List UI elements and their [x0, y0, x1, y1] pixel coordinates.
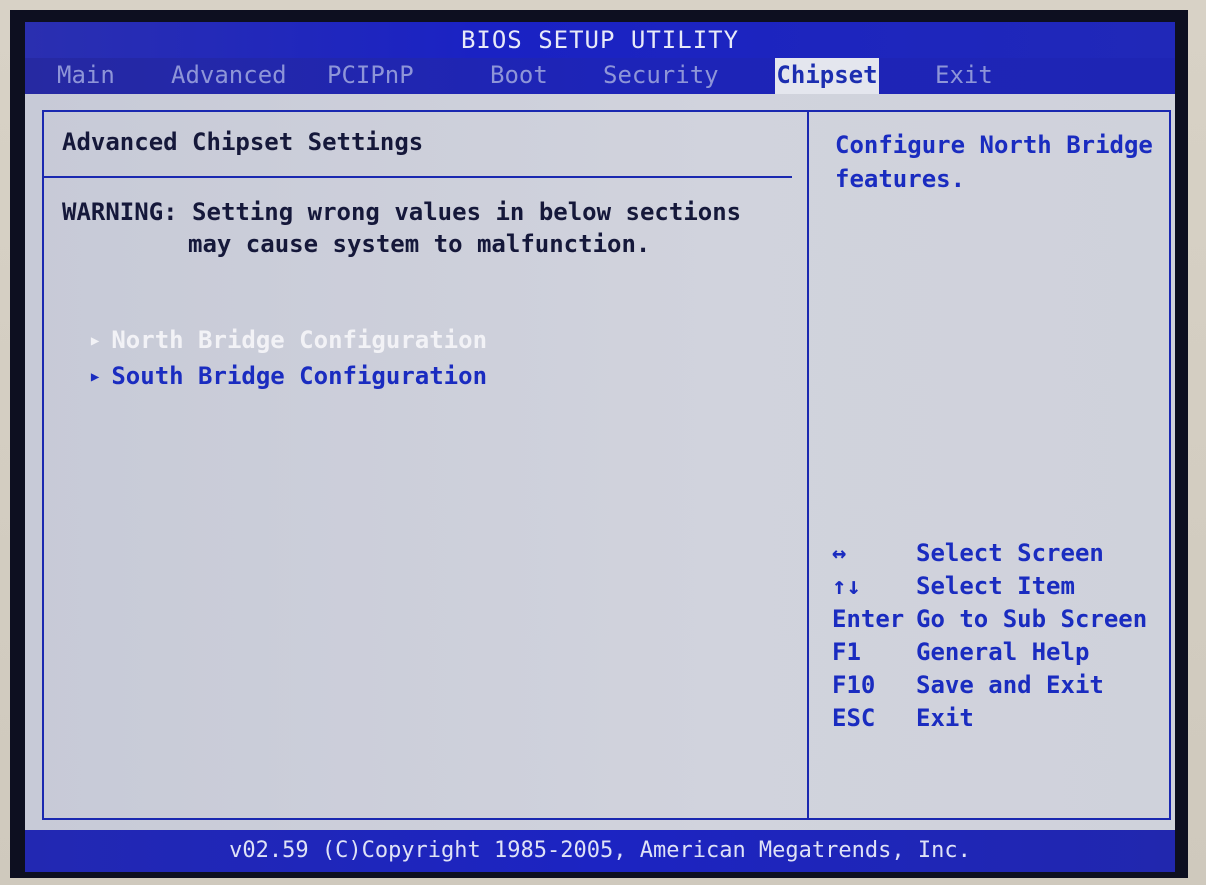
key-legend-row: Enter Go to Sub Screen: [832, 603, 1147, 636]
tab-security[interactable]: Security: [603, 58, 719, 94]
menu-item-south-bridge[interactable]: ▶ South Bridge Configuration: [62, 334, 487, 390]
tab-bar: Main Advanced PCIPnP Boot Security Chips…: [25, 58, 1175, 94]
key-legend-row: ESC Exit: [832, 702, 974, 735]
key-action: General Help: [916, 638, 1090, 666]
arrows-vertical-icon: ↑↓: [832, 572, 861, 600]
tab-main[interactable]: Main: [57, 58, 115, 94]
key-name: Enter: [832, 605, 905, 633]
key-action: Select Screen: [916, 539, 1104, 567]
triangle-right-icon: ▶: [90, 369, 100, 385]
key-action: Save and Exit: [916, 671, 1104, 699]
key-legend-row: ↑↓ Select Item: [832, 570, 1075, 603]
warning-text-line2: may cause system to malfunction.: [188, 230, 651, 258]
key-action: Exit: [916, 704, 974, 732]
bios-title: BIOS SETUP UTILITY: [25, 22, 1175, 58]
key-action: Select Item: [916, 572, 1075, 600]
warning-text-line1: WARNING: Setting wrong values in below s…: [62, 198, 742, 226]
key-legend-row: F10 Save and Exit: [832, 669, 1104, 702]
tab-chipset[interactable]: Chipset: [775, 58, 879, 94]
key-name: F10: [832, 671, 876, 699]
arrows-horizontal-icon: ↔: [832, 539, 847, 567]
key-legend-row: ↔ Select Screen: [832, 537, 1104, 570]
panel-title: Advanced Chipset Settings: [62, 128, 424, 156]
tab-exit[interactable]: Exit: [935, 58, 993, 94]
key-legend-row: F1 General Help: [832, 636, 1089, 669]
tab-pcipnp[interactable]: PCIPnP: [327, 58, 414, 94]
key-name: ESC: [832, 704, 876, 732]
panel-divider: [42, 176, 792, 178]
help-description: Configure North Bridge features.: [835, 131, 1153, 193]
tab-advanced[interactable]: Advanced: [171, 58, 287, 94]
menu-item-label: South Bridge Configuration: [111, 362, 488, 390]
copyright-footer: v02.59 (C)Copyright 1985-2005, American …: [25, 830, 1175, 872]
key-name: F1: [832, 638, 861, 666]
key-action: Go to Sub Screen: [916, 605, 1148, 633]
tab-boot[interactable]: Boot: [490, 58, 548, 94]
